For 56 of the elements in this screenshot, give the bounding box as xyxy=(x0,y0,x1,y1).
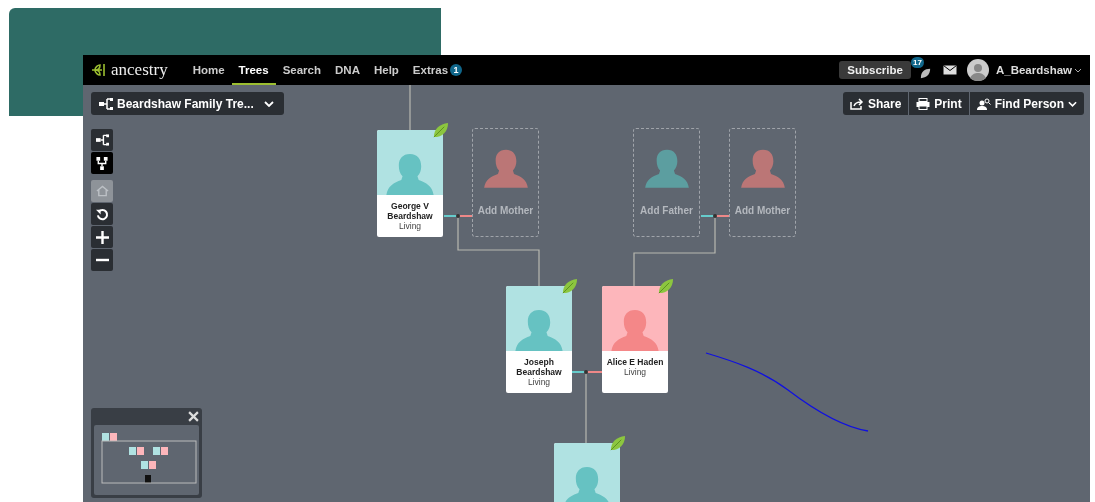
nav-link[interactable]: DNA xyxy=(328,55,367,85)
close-icon[interactable] xyxy=(188,411,199,422)
person-search-icon xyxy=(976,97,991,110)
person-status: Living xyxy=(398,221,422,232)
spouse-connector xyxy=(571,370,603,374)
zoom-out-button[interactable] xyxy=(91,249,113,271)
chevron-down-icon xyxy=(263,100,274,107)
connector-line xyxy=(409,85,411,131)
add-parent-label: Add Father xyxy=(640,205,693,216)
vertical-view-button[interactable] xyxy=(91,152,113,174)
hint-leaf-icon[interactable] xyxy=(657,278,674,295)
pedigree-icon xyxy=(95,134,109,146)
share-icon xyxy=(849,97,864,110)
tree-icon xyxy=(99,97,113,110)
person-status: Living xyxy=(527,377,551,388)
notification-count: 17 xyxy=(910,57,924,68)
nav-link[interactable]: Help xyxy=(366,55,406,85)
home-icon xyxy=(95,185,109,197)
tree-selector-button[interactable]: Beardshaw Family Tre... xyxy=(91,92,284,115)
reset-button[interactable] xyxy=(91,203,113,225)
subscribe-button[interactable]: Subscribe xyxy=(839,61,911,79)
print-button[interactable]: Print xyxy=(909,92,969,115)
person-status: Living xyxy=(623,367,647,378)
notifications-leaf-icon[interactable] xyxy=(919,67,933,80)
logo-text: ancestry xyxy=(111,60,168,80)
user-menu[interactable]: A_Beardshaw xyxy=(995,64,1072,76)
hint-leaf-icon[interactable] xyxy=(609,435,626,452)
add-parent-label: Add Mother xyxy=(477,205,534,216)
hint-leaf-icon[interactable] xyxy=(432,122,449,139)
person-card[interactable]: Joseph Beardshaw Living xyxy=(506,286,572,393)
mail-icon[interactable] xyxy=(942,65,957,75)
hint-leaf-icon[interactable] xyxy=(561,278,578,295)
zoom-in-button[interactable] xyxy=(91,226,113,248)
reset-icon xyxy=(95,207,109,221)
chevron-down-icon xyxy=(1074,67,1082,73)
person-card[interactable]: Alice E Haden Living xyxy=(602,286,668,393)
horizontal-view-button[interactable] xyxy=(91,129,113,151)
person-name: George V Beardshaw xyxy=(386,201,434,221)
add-parent-label: Add Mother xyxy=(734,205,791,216)
nav-link[interactable]: Home xyxy=(185,55,232,85)
zoom-out-icon xyxy=(95,258,109,262)
count-badge: 1 xyxy=(450,64,463,76)
share-button[interactable]: Share xyxy=(842,92,909,115)
chevron-down-icon xyxy=(1068,100,1077,107)
zoom-in-icon xyxy=(95,230,109,244)
person-card[interactable]: George V Beardshaw Living xyxy=(377,130,443,237)
print-icon xyxy=(916,97,931,110)
person-name: Joseph Beardshaw xyxy=(515,357,563,377)
person-name: Alice E Haden xyxy=(606,357,664,367)
family-view-icon xyxy=(96,156,108,170)
avatar-icon[interactable] xyxy=(966,59,989,81)
find-button[interactable]: Find Person xyxy=(969,92,1084,115)
logo[interactable]: ancestry xyxy=(91,60,168,80)
spouse-connector xyxy=(443,214,473,218)
spouse-connector xyxy=(700,214,730,218)
nav-link[interactable]: Search xyxy=(275,55,328,85)
